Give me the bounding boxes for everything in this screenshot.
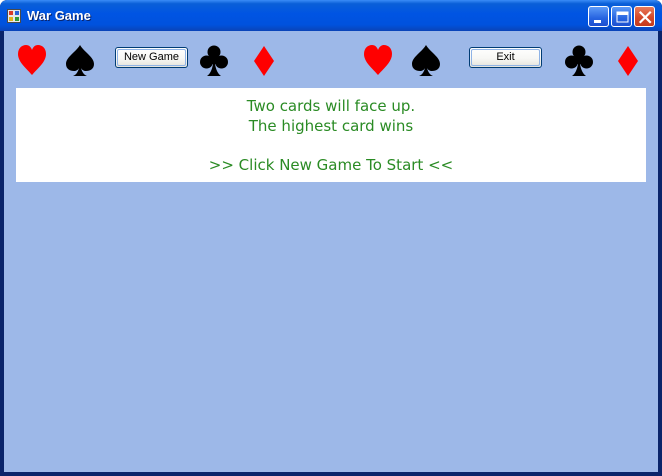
diamond-icon [613,44,643,78]
instruction-line-2: The highest card wins [248,117,414,135]
new-game-label: New Game [123,51,180,63]
window-title: War Game [27,8,91,23]
maximize-button[interactable] [611,6,632,27]
club-icon [564,44,594,78]
start-prompt: >> Click New Game To Start << [208,156,454,174]
maximize-icon [616,11,629,23]
app-icon [7,9,21,23]
club-icon [199,44,229,78]
title-bar[interactable]: War Game [0,0,662,31]
app-window: War Game New Game Exit Two cards will fa… [0,0,662,476]
exit-button[interactable]: Exit [469,47,542,68]
new-game-button[interactable]: New Game [115,47,188,68]
client-area: New Game Exit Two cards will face up. Th… [4,31,658,472]
spade-icon [411,44,441,78]
message-panel: Two cards will face up. The highest card… [16,88,646,182]
heart-icon [17,44,47,78]
heart-icon [363,44,393,78]
close-button[interactable] [634,6,655,27]
instruction-line-1: Two cards will face up. [246,97,416,115]
minimize-button[interactable] [588,6,609,27]
diamond-icon [249,44,279,78]
minimize-icon [594,20,601,23]
spade-icon [65,44,95,78]
close-icon [638,10,652,24]
exit-label: Exit [496,51,515,63]
